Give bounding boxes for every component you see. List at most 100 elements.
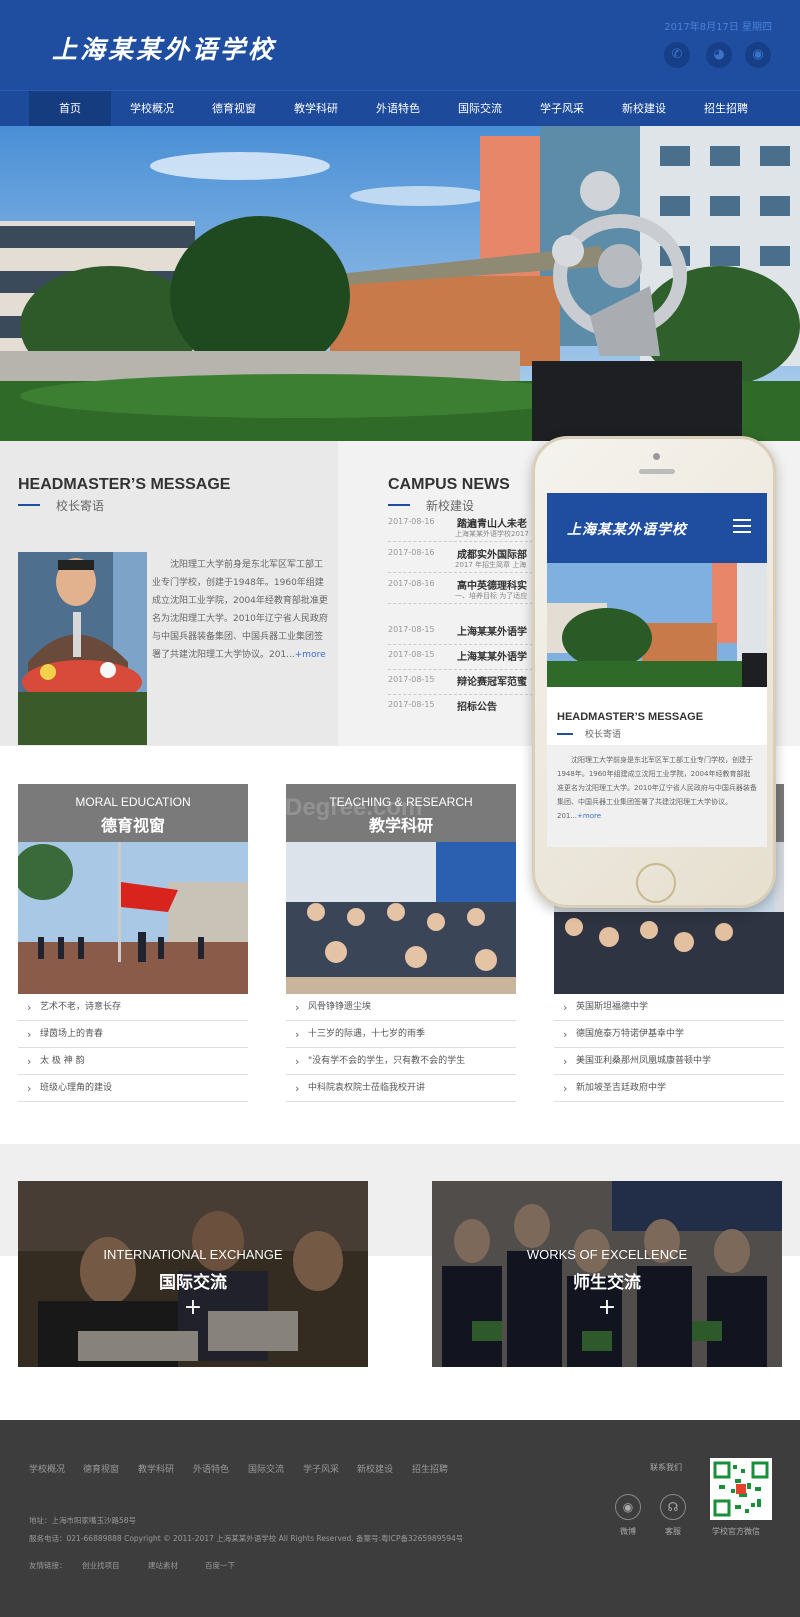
card-list-item[interactable]: 十三岁的际遇，十七岁的雨季 — [286, 1021, 516, 1048]
current-date: 2017年8月17日 星期四 — [664, 22, 772, 33]
plus-icon[interactable]: + — [432, 1295, 782, 1320]
card-title-zh: 德育视窗 — [100, 816, 165, 835]
title-underline — [388, 504, 410, 506]
friend-link[interactable]: 建站素材 — [148, 1560, 178, 1571]
friend-link[interactable]: 创业找项目 — [82, 1560, 120, 1571]
card-list-item[interactable]: 英国斯坦福德中学 — [554, 994, 784, 1021]
phone-headmaster-subtitle: 校长寄语 — [585, 730, 622, 740]
card-list-item[interactable]: 班级心理角的建设 — [18, 1075, 248, 1102]
news-title-link[interactable]: 成都实外国际部 — [457, 546, 527, 561]
news-summary: 上海某某外语学校2017 — [455, 530, 529, 538]
footer-link[interactable]: 德育视窗 — [83, 1462, 119, 1475]
phone-headmaster-title: HEADMASTER’S MESSAGE — [557, 711, 704, 723]
card-list-item[interactable]: 艺术不老，诗意长存 — [18, 994, 248, 1021]
news-title-link[interactable]: 踏遍青山人未老 — [457, 515, 527, 530]
qr-code — [710, 1458, 772, 1520]
phone-icon[interactable]: ✆ — [664, 42, 690, 68]
friend-link[interactable]: 百度一下 — [205, 1560, 235, 1571]
footer-link[interactable]: 教学科研 — [138, 1462, 174, 1475]
service-label: 客服 — [665, 1527, 681, 1536]
card-image[interactable] — [286, 842, 516, 994]
news-date: 2017-08-15 — [388, 650, 435, 659]
main-nav: 首页 学校概况 德育视窗 教学科研 外语特色 国际交流 学子风采 新校建设 招生… — [0, 90, 800, 127]
weibo-icon[interactable]: ◉ — [745, 42, 771, 68]
wechat-icon[interactable]: ◕ — [706, 42, 732, 68]
title-underline — [18, 504, 40, 506]
card-list-item[interactable]: 德国施泰万特诺伊基幸中学 — [554, 1021, 784, 1048]
footer-copyright: 服务电话：021-66889888 Copyright © 2011-2017 … — [29, 1534, 464, 1543]
phone-logo: 上海某某外语学校 — [567, 522, 687, 538]
plus-icon[interactable]: + — [18, 1295, 368, 1320]
news-item[interactable]: 2017-08-15 上海某某外语学 — [388, 620, 538, 645]
news-summary: 2017 年招生简章 上海 — [455, 561, 527, 569]
tile-title-en: WORKS OF EXCELLENCE — [526, 1247, 688, 1262]
footer-link[interactable]: 国际交流 — [248, 1462, 284, 1475]
card-list-item[interactable]: 美国亚利桑那州凤凰城康普顿中学 — [554, 1048, 784, 1075]
headmaster-subtitle: 校长寄语 — [56, 499, 105, 513]
weibo-label: 微博 — [620, 1527, 636, 1536]
news-date: 2017-08-16 — [388, 579, 435, 588]
phone-banner — [547, 563, 767, 687]
nav-item-home[interactable]: 首页 — [29, 91, 111, 127]
news-item[interactable]: 2017-08-16 踏遍青山人未老 上海某某外语学校2017 — [388, 512, 538, 542]
news-item[interactable]: 2017-08-15 辩论赛冠军范蜜 — [388, 670, 538, 695]
site-footer: 学校概况 德育视窗 教学科研 外语特色 国际交流 学子风采 新校建设 招生招聘 … — [0, 1420, 800, 1617]
card-list-item[interactable]: 新加坡圣吉廷政府中学 — [554, 1075, 784, 1102]
footer-link[interactable]: 学子风采 — [303, 1462, 339, 1475]
nav-item-campus[interactable]: 新校建设 — [603, 91, 685, 127]
news-date: 2017-08-15 — [388, 625, 435, 634]
news-item[interactable]: 2017-08-15 招标公告 — [388, 695, 538, 720]
footer-link[interactable]: 招生招聘 — [412, 1462, 448, 1475]
phone-header: 上海某某外语学校 — [547, 493, 767, 563]
nav-item-language[interactable]: 外语特色 — [357, 91, 439, 127]
nav-item-about[interactable]: 学校概况 — [111, 91, 193, 127]
footer-link[interactable]: 新校建设 — [357, 1462, 393, 1475]
title-underline — [557, 733, 573, 735]
nav-item-moral[interactable]: 德育视窗 — [193, 91, 275, 127]
news-title-link[interactable]: 上海某某外语学 — [457, 623, 527, 638]
more-link[interactable]: +more — [577, 812, 601, 820]
hamburger-menu-icon[interactable] — [733, 517, 751, 533]
card-list-item[interactable]: 风骨铮铮遗尘埃 — [286, 994, 516, 1021]
more-link[interactable]: +more — [295, 650, 326, 660]
footer-link[interactable]: 外语特色 — [193, 1462, 229, 1475]
card-header[interactable]: MORAL EDUCATION 德育视窗 — [18, 784, 248, 842]
news-date: 2017-08-16 — [388, 548, 435, 557]
headmaster-photo — [18, 552, 147, 745]
nav-item-exchange[interactable]: 国际交流 — [439, 91, 521, 127]
news-item[interactable]: 2017-08-15 上海某某外语学 — [388, 645, 538, 670]
tile-title-en: INTERNATIONAL EXCHANGE — [103, 1247, 283, 1262]
headmaster-text: 沈阳理工大学前身是东北军区军工部工业专门学校，创建于1948年。1960年组建成… — [152, 560, 328, 660]
card-list-item[interactable]: "没有学不会的学生，只有教不会的学生 — [286, 1048, 516, 1075]
news-title: CAMPUS NEWS — [388, 476, 510, 493]
tile-title-zh: 师生交流 — [573, 1273, 641, 1293]
nav-item-research[interactable]: 教学科研 — [275, 91, 357, 127]
works-excellence-tile[interactable]: WORKS OF EXCELLENCE 师生交流 + — [432, 1181, 782, 1367]
phone-camera — [653, 453, 660, 460]
wechat-label: 学校官方微信 — [712, 1527, 760, 1536]
news-item[interactable]: 2017-08-16 成都实外国际部 2017 年招生简章 上海 — [388, 543, 538, 573]
service-icon[interactable]: ☊ — [660, 1494, 686, 1520]
card-list-item[interactable]: 中科院袁权院士莅临我校开讲 — [286, 1075, 516, 1102]
news-title-link[interactable]: 招标公告 — [457, 698, 497, 713]
card-list-item[interactable]: 绿茵场上的青春 — [18, 1021, 248, 1048]
news-item[interactable]: 2017-08-16 高中英德理科实 一、培养目标 为了适应 — [388, 574, 538, 604]
weibo-icon[interactable]: ◉ — [615, 1494, 641, 1520]
news-title-link[interactable]: 上海某某外语学 — [457, 648, 527, 663]
international-exchange-tile[interactable]: INTERNATIONAL EXCHANGE 国际交流 + — [18, 1181, 368, 1367]
news-title-link[interactable]: 辩论赛冠军范蜜 — [457, 673, 527, 688]
nav-item-students[interactable]: 学子风采 — [521, 91, 603, 127]
news-title-link[interactable]: 高中英德理科实 — [457, 577, 527, 592]
phone-headmaster-text: 沈阳理工大学前身是东北军区军工部工业专门学校，创建于1948年。1960年组建成… — [557, 756, 757, 820]
news-date: 2017-08-15 — [388, 675, 435, 684]
nav-item-admission[interactable]: 招生招聘 — [685, 91, 767, 127]
phone-speaker — [639, 469, 675, 474]
phone-home-button — [636, 863, 676, 903]
site-header: 上海某某外语学校 2017年8月17日 星期四 ✆ ◕ ◉ — [0, 0, 800, 90]
site-logo[interactable]: 上海某某外语学校 — [52, 30, 276, 66]
card-list-item[interactable]: 太 极 神 韵 — [18, 1048, 248, 1075]
card-image[interactable] — [18, 842, 248, 994]
footer-link[interactable]: 学校概况 — [29, 1462, 65, 1475]
phone-screen: 上海某某外语学校 HEADMASTER’S MESSAGE 校长寄语 沈阳理工大… — [547, 493, 767, 847]
hero-banner — [0, 126, 800, 441]
